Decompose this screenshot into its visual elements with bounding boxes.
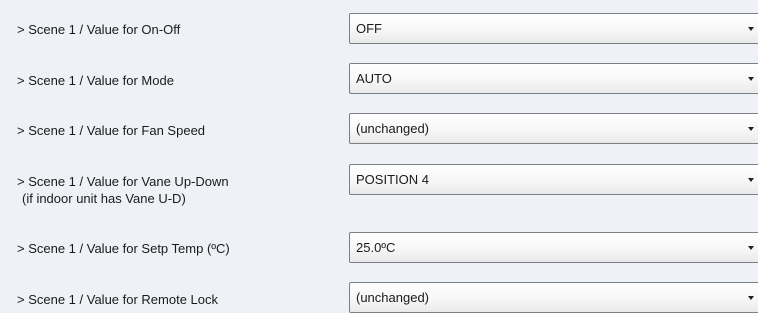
chevron-down-icon[interactable] [748,246,754,250]
setp-temp-dropdown[interactable]: 25.0ºC [349,232,758,263]
vane-up-down-dropdown[interactable]: POSITION 4 [349,164,758,195]
parameter-label: > Scene 1 / Value for Vane Up-Down (if i… [17,173,229,207]
dropdown-value: POSITION 4 [356,172,429,187]
dropdown-value: OFF [356,21,382,36]
chevron-down-icon[interactable] [748,127,754,131]
dropdown-value: (unchanged) [356,290,429,305]
on-off-dropdown[interactable]: OFF [349,13,758,44]
dropdown-value: (unchanged) [356,121,429,136]
chevron-down-icon[interactable] [748,77,754,81]
fan-speed-dropdown[interactable]: (unchanged) [349,113,758,144]
chevron-down-icon[interactable] [748,27,754,31]
chevron-down-icon[interactable] [748,178,754,182]
parameter-label-main: > Scene 1 / Value for Vane Up-Down [17,174,229,189]
parameter-label: > Scene 1 / Value for Remote Lock [17,292,219,307]
parameter-label: > Scene 1 / Value for On-Off [17,22,181,37]
parameter-label: > Scene 1 / Value for Fan Speed [17,123,206,138]
dropdown-value: 25.0ºC [356,240,396,255]
chevron-down-icon[interactable] [748,296,754,300]
remote-lock-dropdown[interactable]: (unchanged) [349,282,758,313]
parameter-label: > Scene 1 / Value for Setp Temp (ºC) [17,241,230,256]
parameter-label: > Scene 1 / Value for Mode [17,73,174,88]
dropdown-value: AUTO [356,71,392,86]
scene-parameters-panel: > Scene 1 / Value for On-Off OFF > Scene… [0,0,758,313]
mode-dropdown[interactable]: AUTO [349,63,758,94]
parameter-label-note: (if indoor unit has Vane U-D) [22,191,186,206]
